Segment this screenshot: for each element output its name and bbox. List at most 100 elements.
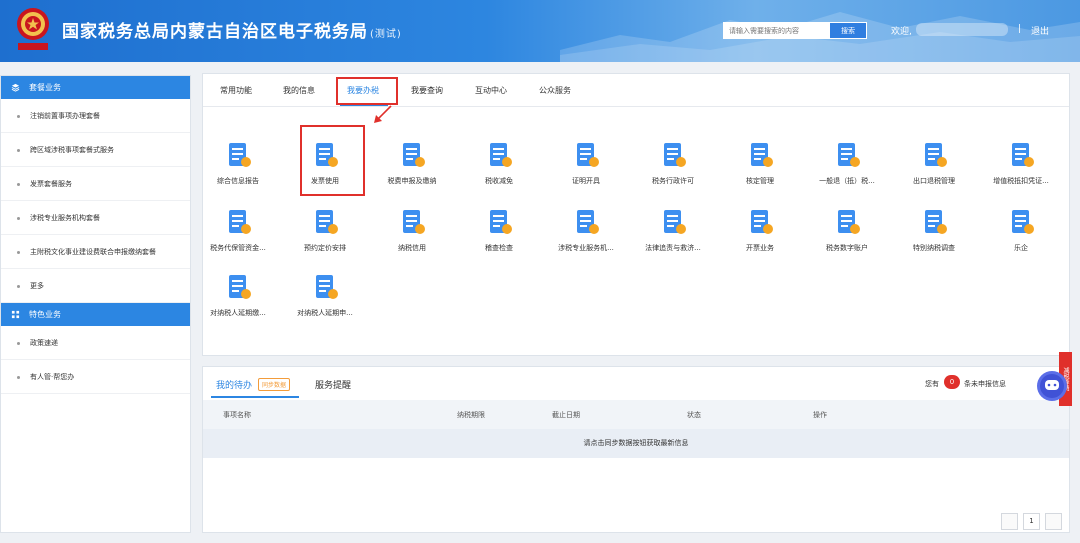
- service-label: 预约定价安排: [304, 244, 346, 252]
- service-pricing[interactable]: 预约定价安排: [285, 207, 365, 253]
- report-icon: [229, 143, 251, 167]
- layers-icon: [11, 83, 20, 92]
- sidebar-item-help[interactable]: 有人管·帮您办: [1, 360, 190, 394]
- credit-icon: [403, 210, 425, 234]
- tab-common[interactable]: 常用功能: [220, 85, 252, 96]
- column-action: 操作: [813, 411, 827, 419]
- service-billing[interactable]: 开票业务: [720, 207, 800, 253]
- service-tax-payment[interactable]: 税费申报及缴纳: [372, 140, 452, 186]
- vat-voucher-icon: [1012, 143, 1034, 167]
- todo-tab-indicator: [211, 396, 299, 398]
- sync-data-button[interactable]: 同步数据: [258, 378, 291, 391]
- service-refund[interactable]: 一般退（抵）税...: [807, 140, 887, 186]
- sidebar-section-featured[interactable]: 特色业务: [1, 303, 190, 326]
- service-label: 开票业务: [746, 244, 774, 252]
- sidebar-item-agency-package[interactable]: 涉税专业服务机构套餐: [1, 201, 190, 235]
- site-title: 国家税务总局内蒙古自治区电子税务局 (测试): [62, 22, 402, 42]
- empty-row-message: 请点击同步数据按钮获取最新信息: [203, 429, 1069, 458]
- sidebar-item-cross-region[interactable]: 跨区域涉税事项套餐式服务: [1, 133, 190, 167]
- sidebar: 套餐业务 注销前置事项办理套餐 跨区域涉税事项套餐式服务 发票套餐服务 涉税专业…: [0, 75, 191, 533]
- search-input[interactable]: [723, 22, 829, 39]
- service-label: 稽查检查: [485, 244, 513, 252]
- pagination-prev-button[interactable]: [1001, 513, 1018, 530]
- todo-panel: 我的待办 同步数据 服务提醒 您有 0 条未申报信息 事项名称 纳税期限 截止日…: [202, 366, 1070, 533]
- service-verify[interactable]: 核定管理: [720, 140, 800, 186]
- sidebar-item-invoice-package[interactable]: 发票套餐服务: [1, 167, 190, 201]
- export-refund-icon: [925, 143, 947, 167]
- tab-query[interactable]: 我要查询: [411, 85, 443, 96]
- pagination-page-1[interactable]: 1: [1023, 513, 1040, 530]
- column-tax-period: 纳税期限: [457, 411, 485, 419]
- tax-reduction-icon: [490, 143, 512, 167]
- service-export-refund[interactable]: 出口退税管理: [894, 140, 974, 186]
- service-label: 税费申报及缴纳: [387, 177, 437, 185]
- service-label: 综合信息报告: [217, 177, 259, 185]
- service-vat-voucher[interactable]: 增值税抵扣凭证...: [981, 140, 1061, 186]
- deferred-filing-icon: [316, 275, 338, 299]
- sidebar-item-policy[interactable]: 政策速递: [1, 326, 190, 360]
- certificate-icon: [577, 143, 599, 167]
- service-label: 乐企: [1014, 244, 1028, 252]
- sidebar-section-package[interactable]: 套餐业务: [1, 76, 190, 99]
- notice-prefix: 您有: [925, 380, 939, 388]
- annotation-highlight-invoice: [300, 125, 365, 196]
- notice-suffix[interactable]: 条未申报信息: [964, 379, 1006, 389]
- custody-fund-icon: [229, 210, 251, 234]
- tax-payment-icon: [403, 143, 425, 167]
- tab-my-todo[interactable]: 我的待办: [216, 378, 252, 391]
- tab-public-service[interactable]: 公众服务: [539, 85, 571, 96]
- inspection-icon: [490, 210, 512, 234]
- search-button[interactable]: 搜索: [829, 22, 867, 39]
- service-label: 特别纳税调查: [913, 244, 955, 252]
- service-inspection[interactable]: 稽查检查: [459, 207, 539, 253]
- service-special-investigation[interactable]: 特别纳税调查: [894, 207, 974, 253]
- tab-service-reminder[interactable]: 服务提醒: [315, 378, 351, 391]
- service-label: 对纳税人延期缴...: [210, 309, 266, 317]
- sidebar-item-joint-filing[interactable]: 主附税文化事业建设费联合申报缴纳套餐: [1, 235, 190, 269]
- tab-my-info[interactable]: 我的信息: [283, 85, 315, 96]
- sidebar-item-more[interactable]: 更多: [1, 269, 190, 303]
- service-license[interactable]: 税务行政许可: [633, 140, 713, 186]
- column-status: 状态: [687, 411, 701, 419]
- service-tax-reduction[interactable]: 税收减免: [459, 140, 539, 186]
- service-leqi[interactable]: 乐企: [981, 207, 1061, 253]
- service-label: 税务行政许可: [652, 177, 694, 185]
- column-item-name: 事项名称: [223, 411, 251, 419]
- annotation-highlight-tab: [336, 77, 398, 105]
- legal-icon: [664, 210, 686, 234]
- billing-icon: [751, 210, 773, 234]
- top-header: 国家税务总局内蒙古自治区电子税务局(测试) 搜索 欢迎, | 退出: [0, 0, 1080, 62]
- service-certificate[interactable]: 证明开具: [546, 140, 626, 186]
- pricing-icon: [316, 210, 338, 234]
- service-label: 证明开具: [572, 177, 600, 185]
- leqi-icon: [1012, 210, 1034, 234]
- header-separator: |: [1018, 24, 1022, 34]
- chat-icon: [1040, 374, 1064, 398]
- verify-icon: [751, 143, 773, 167]
- service-report[interactable]: 综合信息报告: [198, 140, 278, 186]
- license-icon: [664, 143, 686, 167]
- service-agency[interactable]: 涉税专业服务机...: [546, 207, 626, 253]
- service-custody-fund[interactable]: 税务代保管资金...: [198, 207, 278, 253]
- service-credit[interactable]: 纳税信用: [372, 207, 452, 253]
- service-label: 出口退税管理: [913, 177, 955, 185]
- pagination-next-button[interactable]: [1045, 513, 1062, 530]
- notice-count-badge[interactable]: 0: [944, 375, 960, 389]
- tab-interaction[interactable]: 互动中心: [475, 85, 507, 96]
- user-name-blurred: [916, 23, 1008, 36]
- table-header: 事项名称 纳税期限 截止日期 状态 操作: [203, 400, 1069, 429]
- service-label: 增值税抵扣凭证...: [993, 177, 1049, 185]
- service-digital-account[interactable]: 税务数字账户: [807, 207, 887, 253]
- refund-icon: [838, 143, 860, 167]
- sidebar-item-deregistration[interactable]: 注销前置事项办理套餐: [1, 99, 190, 133]
- service-legal[interactable]: 法律追责与救济...: [633, 207, 713, 253]
- logout-link[interactable]: 退出: [1031, 24, 1049, 37]
- service-deferred-payment[interactable]: 对纳税人延期缴...: [198, 272, 278, 318]
- service-deferred-filing[interactable]: 对纳税人延期申...: [285, 272, 365, 318]
- service-label: 税务代保管资金...: [210, 244, 266, 252]
- chat-assistant-button[interactable]: [1037, 371, 1067, 401]
- annotation-arrow-icon: [374, 105, 392, 123]
- special-investigation-icon: [925, 210, 947, 234]
- service-label: 核定管理: [746, 177, 774, 185]
- grid-icon: [11, 310, 20, 319]
